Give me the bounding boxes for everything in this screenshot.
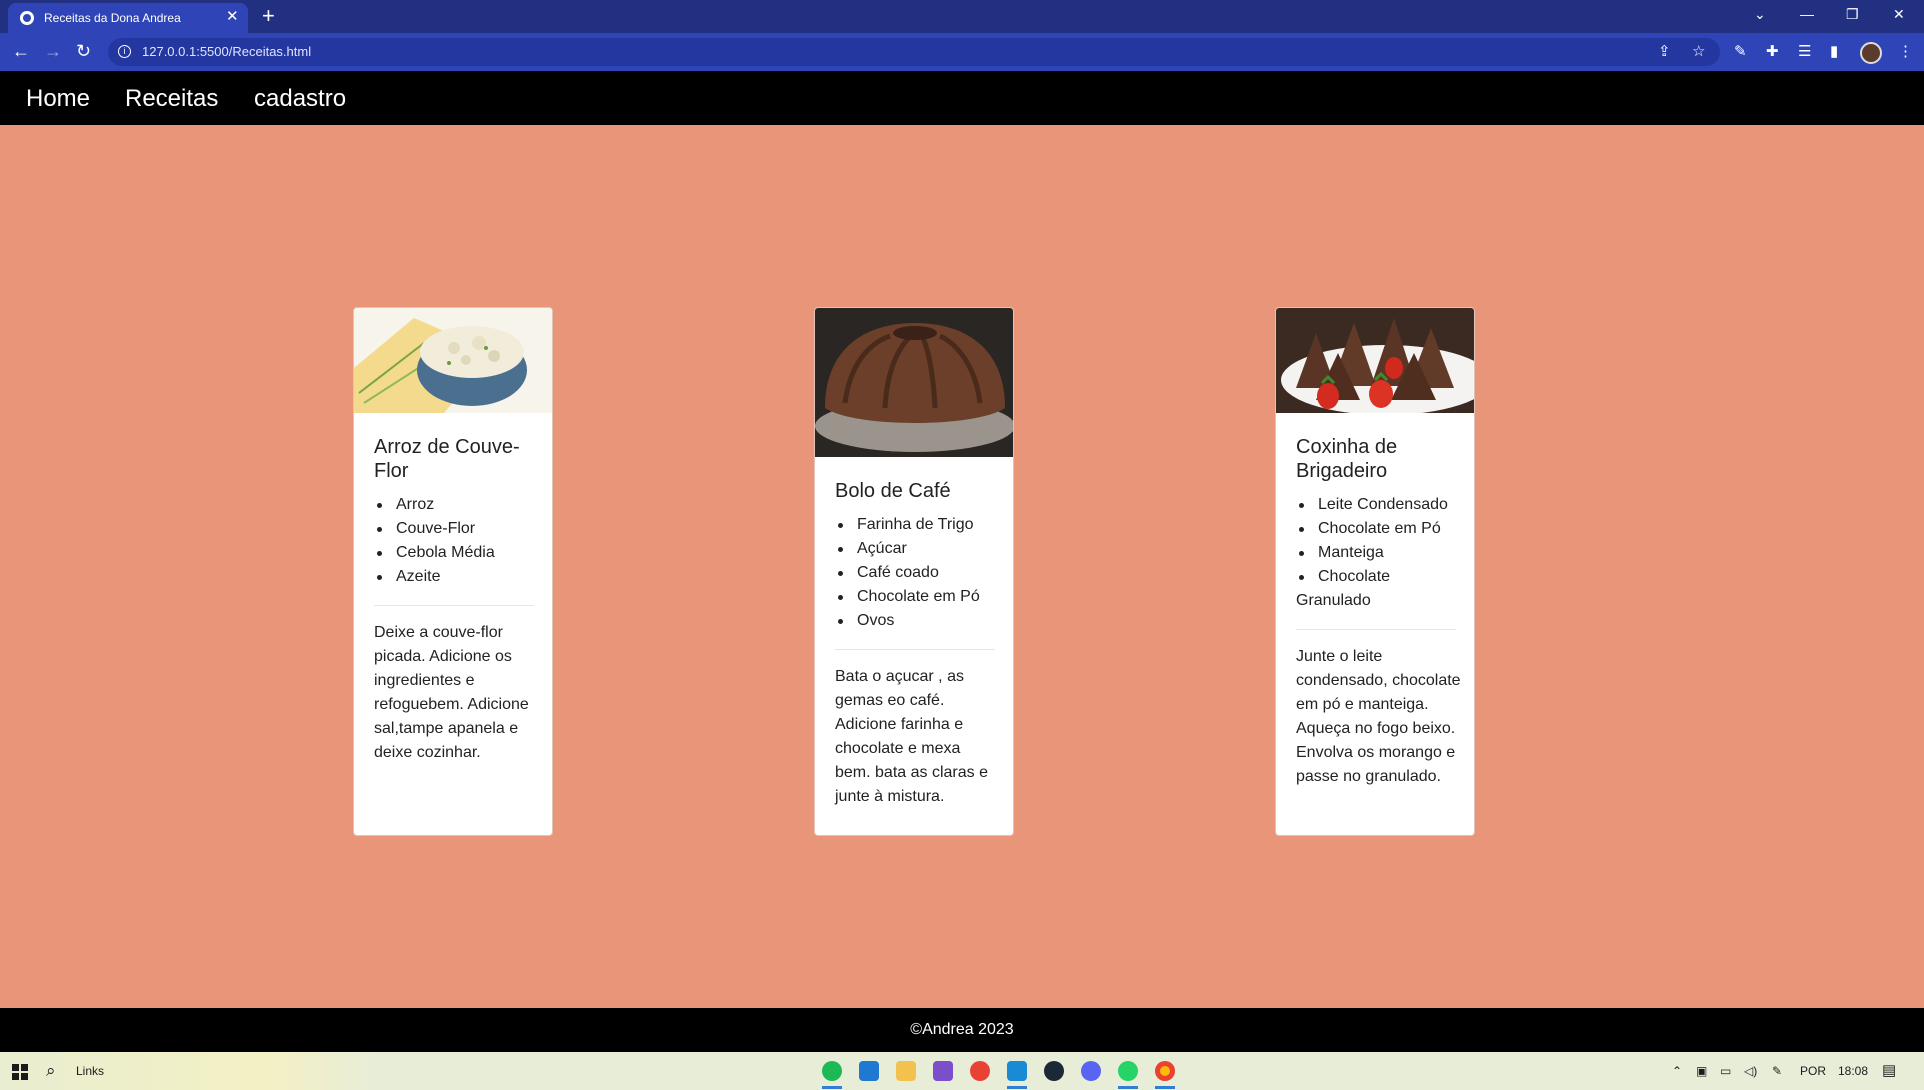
recipe-image-coxinha — [1276, 308, 1474, 413]
ingredient-item: Cebola Média — [374, 541, 539, 565]
ingredient-item: Chocolate em Pó — [835, 585, 1000, 609]
recipe-image-bolo — [815, 308, 1013, 457]
menu-kebab-icon[interactable]: ⋮ — [1898, 43, 1913, 61]
recipe-image-arroz — [354, 308, 552, 413]
chrome-icon[interactable] — [970, 1061, 990, 1081]
visual-studio-icon[interactable] — [933, 1061, 953, 1081]
language-indicator[interactable]: POR — [1800, 1063, 1826, 1079]
share-icon[interactable]: ⇪ — [1658, 43, 1671, 61]
recipe-card: Arroz de Couve-Flor Arroz Couve-Flor Ceb… — [353, 307, 553, 836]
ingredient-item: Ovos — [835, 609, 1000, 633]
app-running-indicator — [1007, 1086, 1027, 1089]
taskbar-search-icon[interactable]: ⌕ — [46, 1061, 56, 1081]
app-running-indicator — [1155, 1086, 1175, 1089]
browser-tab-bar: Receitas da Dona Andrea ✕ + ⌄ — ❐ ✕ — [0, 0, 1924, 33]
minimize-button[interactable]: — — [1800, 4, 1814, 24]
reload-icon[interactable]: ↻ — [76, 39, 91, 63]
new-tab-button[interactable]: + — [262, 2, 275, 30]
ingredient-item: Leite Condensado — [1296, 493, 1461, 517]
whatsapp-icon[interactable] — [1118, 1061, 1138, 1081]
browser-tab[interactable]: Receitas da Dona Andrea ✕ — [8, 3, 248, 33]
windows-taskbar: ⌕ Links ⌃ ▣ ▭ ◁) ✎ POR 18:08 ▤ — [0, 1052, 1924, 1090]
side-panel-icon[interactable]: ▮ — [1830, 43, 1838, 61]
chrome-active-icon[interactable] — [1155, 1061, 1175, 1081]
recipe-instructions: Junte o leite condensado, chocolate em p… — [1296, 648, 1461, 785]
card-divider — [835, 649, 995, 650]
tab-title: Receitas da Dona Andrea — [44, 11, 181, 25]
ingredient-list: Farinha de Trigo Açúcar Café coado Choco… — [835, 513, 1000, 633]
site-info-icon[interactable]: i — [118, 45, 131, 58]
clock-time[interactable]: 18:08 — [1838, 1063, 1868, 1079]
volume-icon[interactable]: ◁) — [1744, 1063, 1757, 1079]
recipe-title: Arroz de Couve-Flor — [374, 436, 520, 482]
taskbar-search-label[interactable]: Links — [76, 1064, 104, 1078]
address-bar[interactable]: i 127.0.0.1:5500/Receitas.html ⇪ ☆ — [108, 38, 1720, 66]
mail-icon[interactable] — [859, 1061, 879, 1081]
app-running-indicator — [1118, 1086, 1138, 1089]
recipe-title: Bolo de Café — [835, 480, 951, 502]
nav-link-cadastro[interactable]: cadastro — [254, 85, 346, 113]
ingredient-item: Couve-Flor — [374, 517, 539, 541]
steam-icon[interactable] — [1044, 1061, 1064, 1081]
recipe-title: Coxinha de Brigadeiro — [1296, 436, 1398, 482]
ingredient-item: Azeite — [374, 565, 539, 589]
ingredient-item: Chocolate em Pó — [1296, 517, 1461, 541]
card-divider — [1296, 629, 1456, 630]
notifications-icon[interactable]: ▤ — [1882, 1063, 1896, 1079]
ingredient-item: Manteiga — [1296, 541, 1461, 565]
card-divider — [374, 605, 534, 606]
windows-start-icon[interactable] — [12, 1064, 28, 1080]
close-window-button[interactable]: ✕ — [1893, 4, 1905, 24]
vscode-icon[interactable] — [1007, 1061, 1027, 1081]
ingredient-list: Arroz Couve-Flor Cebola Média Azeite — [374, 493, 539, 589]
site-navbar: Home Receitas cadastro — [0, 71, 1924, 125]
tray-device-icon[interactable]: ▣ — [1696, 1063, 1707, 1079]
ingredient-item: Açúcar — [835, 537, 1000, 561]
ingredient-item: Café coado — [835, 561, 1000, 585]
spotify-icon[interactable] — [822, 1061, 842, 1081]
tab-favicon-icon — [20, 11, 34, 25]
ingredient-item: Farinha de Trigo — [835, 513, 1000, 537]
profile-avatar[interactable] — [1860, 42, 1882, 64]
discord-icon[interactable] — [1081, 1061, 1101, 1081]
file-explorer-icon[interactable] — [896, 1061, 916, 1081]
recipe-card: Coxinha de Brigadeiro Leite Condensado C… — [1275, 307, 1475, 836]
extension-pen-icon[interactable]: ✎ — [1734, 43, 1747, 61]
tray-chevron-icon[interactable]: ⌃ — [1672, 1063, 1682, 1079]
nav-link-receitas[interactable]: Receitas — [125, 85, 218, 113]
app-running-indicator — [822, 1086, 842, 1089]
ingredient-item: Chocolate Granulado — [1296, 565, 1461, 613]
extensions-puzzle-icon[interactable]: ✚ — [1766, 43, 1779, 61]
recipe-instructions: Deixe a couve-flor picada. Adicione os i… — [374, 624, 529, 761]
reading-list-icon[interactable]: ☰ — [1798, 43, 1811, 61]
footer-copyright: ©Andrea 2023 — [910, 1021, 1014, 1038]
taskbar-search-area — [0, 1052, 380, 1090]
forward-icon[interactable]: → — [44, 39, 62, 63]
site-footer: ©Andrea 2023 — [0, 1008, 1924, 1052]
back-icon[interactable]: ← — [12, 39, 30, 63]
bookmark-star-icon[interactable]: ☆ — [1692, 43, 1705, 61]
tab-close-icon[interactable]: ✕ — [226, 8, 239, 26]
browser-toolbar: ← → ↻ i 127.0.0.1:5500/Receitas.html ⇪ ☆… — [0, 33, 1924, 71]
tab-search-icon[interactable]: ⌄ — [1754, 4, 1766, 24]
ingredient-list: Leite Condensado Chocolate em Pó Manteig… — [1296, 493, 1461, 613]
pen-icon[interactable]: ✎ — [1772, 1063, 1782, 1079]
recipe-instructions: Bata o açucar , as gemas eo café. Adicio… — [835, 668, 988, 805]
restore-button[interactable]: ❐ — [1846, 4, 1859, 24]
recipe-card: Bolo de Café Farinha de Trigo Açúcar Caf… — [814, 307, 1014, 836]
nav-link-home[interactable]: Home — [26, 85, 90, 113]
ingredient-item: Arroz — [374, 493, 539, 517]
network-icon[interactable]: ▭ — [1720, 1063, 1731, 1079]
address-url[interactable]: 127.0.0.1:5500/Receitas.html — [142, 44, 311, 59]
